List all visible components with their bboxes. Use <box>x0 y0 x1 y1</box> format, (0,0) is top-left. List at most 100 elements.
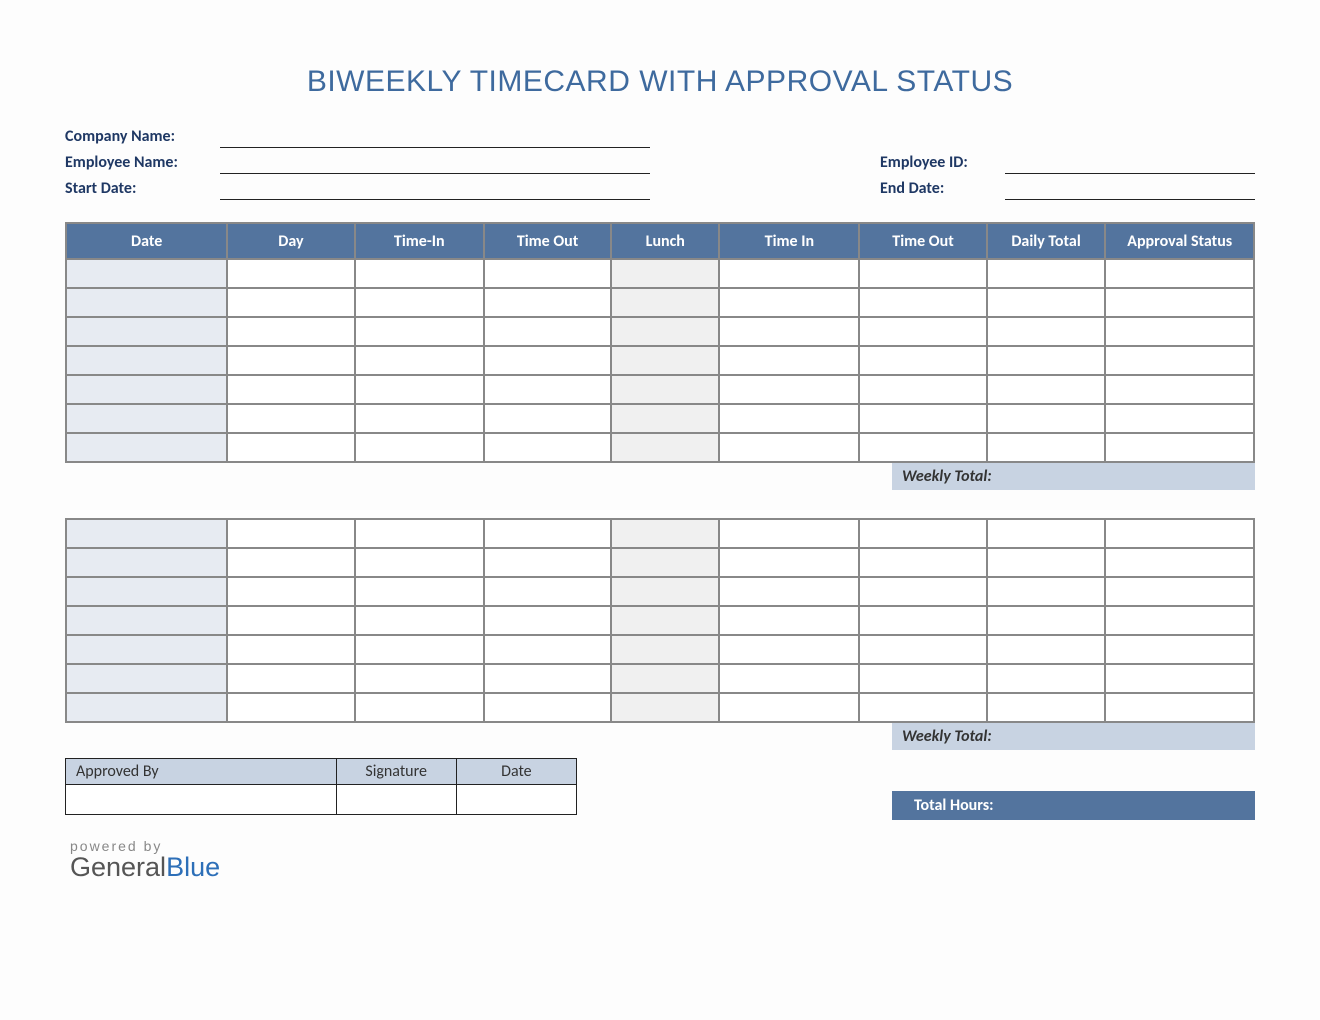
table-cell[interactable] <box>860 694 985 721</box>
table-cell[interactable] <box>356 520 483 547</box>
table-cell[interactable] <box>860 549 985 576</box>
approved-by-cell[interactable] <box>66 785 337 815</box>
table-cell[interactable] <box>720 347 858 374</box>
table-cell[interactable] <box>860 376 985 403</box>
table-cell[interactable] <box>228 260 353 287</box>
table-cell[interactable] <box>228 376 353 403</box>
table-cell[interactable] <box>612 665 718 692</box>
table-cell[interactable] <box>356 260 483 287</box>
table-cell[interactable] <box>485 376 610 403</box>
table-cell[interactable] <box>485 578 610 605</box>
table-cell[interactable] <box>228 520 353 547</box>
table-cell[interactable] <box>1106 318 1253 345</box>
table-cell[interactable] <box>1106 549 1253 576</box>
table-cell[interactable] <box>485 549 610 576</box>
table-cell[interactable] <box>1106 607 1253 634</box>
table-cell[interactable] <box>988 520 1105 547</box>
table-cell[interactable] <box>67 405 226 432</box>
table-cell[interactable] <box>612 520 718 547</box>
table-cell[interactable] <box>485 289 610 316</box>
approval-date-cell[interactable] <box>456 785 576 815</box>
table-cell[interactable] <box>860 289 985 316</box>
table-cell[interactable] <box>67 694 226 721</box>
table-cell[interactable] <box>720 434 858 461</box>
table-cell[interactable] <box>356 578 483 605</box>
table-cell[interactable] <box>1106 665 1253 692</box>
table-cell[interactable] <box>485 636 610 663</box>
table-cell[interactable] <box>1106 636 1253 663</box>
table-cell[interactable] <box>988 549 1105 576</box>
employee-id-input[interactable] <box>1005 152 1255 174</box>
table-cell[interactable] <box>988 607 1105 634</box>
table-cell[interactable] <box>1106 405 1253 432</box>
start-date-input[interactable] <box>220 178 650 200</box>
table-cell[interactable] <box>228 347 353 374</box>
table-cell[interactable] <box>988 665 1105 692</box>
table-cell[interactable] <box>67 289 226 316</box>
table-cell[interactable] <box>860 405 985 432</box>
table-cell[interactable] <box>67 434 226 461</box>
table-cell[interactable] <box>485 318 610 345</box>
table-cell[interactable] <box>720 665 858 692</box>
table-cell[interactable] <box>860 520 985 547</box>
table-cell[interactable] <box>612 405 718 432</box>
table-cell[interactable] <box>485 405 610 432</box>
table-cell[interactable] <box>612 376 718 403</box>
table-cell[interactable] <box>356 694 483 721</box>
table-cell[interactable] <box>67 376 226 403</box>
table-cell[interactable] <box>720 318 858 345</box>
table-cell[interactable] <box>1106 520 1253 547</box>
table-cell[interactable] <box>1106 347 1253 374</box>
table-cell[interactable] <box>485 665 610 692</box>
table-cell[interactable] <box>228 694 353 721</box>
table-cell[interactable] <box>1106 578 1253 605</box>
table-cell[interactable] <box>356 347 483 374</box>
table-cell[interactable] <box>988 434 1105 461</box>
table-cell[interactable] <box>720 607 858 634</box>
table-cell[interactable] <box>612 694 718 721</box>
table-cell[interactable] <box>720 376 858 403</box>
table-cell[interactable] <box>720 578 858 605</box>
table-cell[interactable] <box>67 260 226 287</box>
table-cell[interactable] <box>988 694 1105 721</box>
table-cell[interactable] <box>988 318 1105 345</box>
table-cell[interactable] <box>988 289 1105 316</box>
table-cell[interactable] <box>485 347 610 374</box>
table-cell[interactable] <box>860 347 985 374</box>
table-cell[interactable] <box>988 260 1105 287</box>
table-cell[interactable] <box>67 347 226 374</box>
table-cell[interactable] <box>228 578 353 605</box>
table-cell[interactable] <box>612 318 718 345</box>
table-cell[interactable] <box>67 636 226 663</box>
table-cell[interactable] <box>612 434 718 461</box>
table-cell[interactable] <box>228 665 353 692</box>
table-cell[interactable] <box>485 694 610 721</box>
table-cell[interactable] <box>356 289 483 316</box>
table-cell[interactable] <box>228 549 353 576</box>
table-cell[interactable] <box>860 260 985 287</box>
table-cell[interactable] <box>485 520 610 547</box>
table-cell[interactable] <box>720 636 858 663</box>
signature-cell[interactable] <box>336 785 456 815</box>
table-cell[interactable] <box>67 578 226 605</box>
table-cell[interactable] <box>67 607 226 634</box>
table-cell[interactable] <box>612 636 718 663</box>
table-cell[interactable] <box>860 578 985 605</box>
table-cell[interactable] <box>720 549 858 576</box>
table-cell[interactable] <box>720 289 858 316</box>
table-cell[interactable] <box>228 318 353 345</box>
table-cell[interactable] <box>612 289 718 316</box>
employee-name-input[interactable] <box>220 152 650 174</box>
table-cell[interactable] <box>612 260 718 287</box>
table-cell[interactable] <box>228 607 353 634</box>
table-cell[interactable] <box>228 636 353 663</box>
table-cell[interactable] <box>67 520 226 547</box>
table-cell[interactable] <box>720 405 858 432</box>
table-cell[interactable] <box>988 636 1105 663</box>
table-cell[interactable] <box>612 347 718 374</box>
table-cell[interactable] <box>356 376 483 403</box>
table-cell[interactable] <box>988 347 1105 374</box>
table-cell[interactable] <box>356 607 483 634</box>
table-cell[interactable] <box>228 434 353 461</box>
table-cell[interactable] <box>485 607 610 634</box>
